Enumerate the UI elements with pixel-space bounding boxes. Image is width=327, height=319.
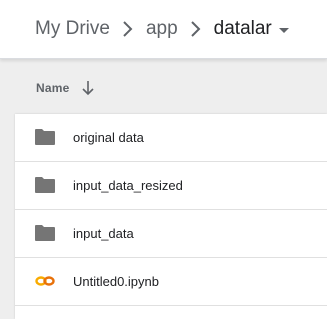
folder-icon bbox=[35, 128, 55, 146]
top-bar: My Drive app datalar bbox=[0, 0, 327, 59]
file-row-folder[interactable]: original data bbox=[15, 114, 327, 162]
colab-icon bbox=[35, 272, 55, 290]
list-header: Name bbox=[0, 59, 327, 114]
breadcrumb: My Drive app datalar bbox=[35, 17, 290, 41]
file-name: original data bbox=[73, 130, 144, 145]
file-name: Untitled0.ipynb bbox=[73, 274, 159, 289]
file-list: original data input_data_resized input_d… bbox=[15, 114, 327, 319]
file-name: input_data_resized bbox=[73, 178, 183, 193]
file-name: input_data bbox=[73, 226, 134, 241]
breadcrumb-my-drive[interactable]: My Drive bbox=[35, 18, 110, 40]
file-row-notebook[interactable]: Untitled0.ipynb bbox=[15, 258, 327, 306]
folder-icon bbox=[35, 176, 55, 194]
breadcrumb-current-folder[interactable]: datalar bbox=[214, 18, 272, 40]
breadcrumb-app[interactable]: app bbox=[146, 18, 178, 40]
chevron-right-icon bbox=[110, 17, 146, 41]
name-column-header[interactable]: Name bbox=[36, 81, 69, 95]
sort-arrow-down-icon[interactable] bbox=[80, 79, 96, 102]
caret-down-icon[interactable] bbox=[278, 19, 290, 41]
file-row-folder[interactable]: input_data_resized bbox=[15, 162, 327, 210]
chevron-right-icon bbox=[178, 17, 214, 41]
file-row-folder[interactable]: input_data bbox=[15, 210, 327, 258]
folder-icon bbox=[35, 224, 55, 242]
